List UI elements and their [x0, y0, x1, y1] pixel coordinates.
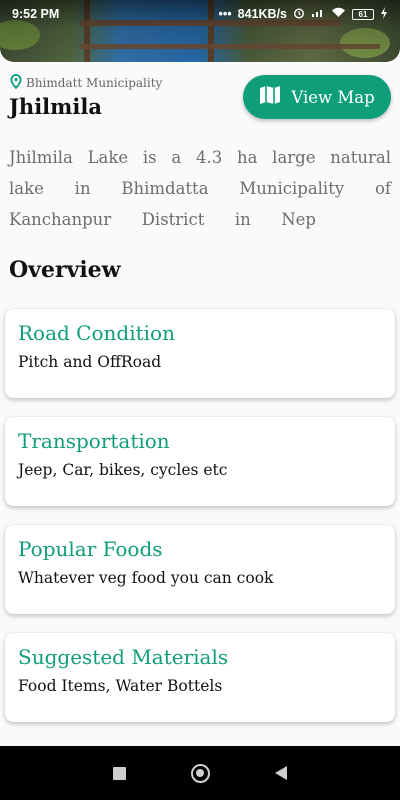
view-map-label: View Map: [291, 87, 375, 107]
card-body: Food Items, Water Bottels: [18, 677, 223, 695]
map-icon: [259, 85, 281, 109]
overview-card-road-condition: Road Condition Pitch and OffRoad: [5, 309, 395, 398]
view-map-button[interactable]: View Map: [243, 75, 391, 119]
charging-icon: [380, 6, 388, 22]
recents-icon[interactable]: [112, 766, 126, 780]
overview-heading: Overview: [9, 257, 121, 283]
status-time: 9:52 PM: [12, 7, 60, 21]
battery-icon: 61: [352, 8, 374, 20]
overview-card-popular-foods: Popular Foods Whatever veg food you can …: [5, 525, 395, 614]
card-body: Pitch and OffRoad: [18, 353, 162, 371]
place-description: Jhilmila Lake is a 4.3 ha large natural …: [9, 142, 391, 235]
network-speed: 841KB/s: [237, 7, 287, 21]
place-title: Jhilmila: [9, 94, 102, 119]
card-heading: Popular Foods: [18, 537, 163, 561]
signal-icon: [311, 7, 325, 21]
card-heading: Road Condition: [18, 321, 175, 345]
card-body: Jeep, Car, bikes, cycles etc: [18, 461, 228, 479]
status-icons: ••• 841KB/s 61: [218, 6, 388, 22]
status-bar: 9:52 PM ••• 841KB/s 61: [0, 0, 400, 28]
overview-card-suggested-materials: Suggested Materials Food Items, Water Bo…: [5, 633, 395, 722]
card-heading: Transportation: [18, 429, 170, 453]
location-label: Bhimdatt Municipality: [26, 76, 163, 90]
battery-level: 61: [358, 9, 368, 19]
dots-icon: •••: [218, 7, 232, 21]
location-row: Bhimdatt Municipality: [10, 74, 162, 92]
description-line: lake in Bhimdatta Municipality of: [9, 179, 391, 198]
back-icon[interactable]: [275, 766, 288, 780]
alarm-icon: [293, 7, 305, 22]
description-line: Jhilmila Lake is a 4.3 ha large natural: [9, 148, 391, 167]
system-navigation-bar: [0, 746, 400, 800]
home-icon[interactable]: [190, 763, 210, 783]
wifi-icon: [331, 7, 346, 21]
card-heading: Suggested Materials: [18, 645, 229, 669]
overview-card-transportation: Transportation Jeep, Car, bikes, cycles …: [5, 417, 395, 506]
location-pin-icon: [10, 74, 22, 92]
card-body: Whatever veg food you can cook: [18, 569, 274, 587]
description-line: Kanchanpur District in Nep: [9, 210, 316, 229]
